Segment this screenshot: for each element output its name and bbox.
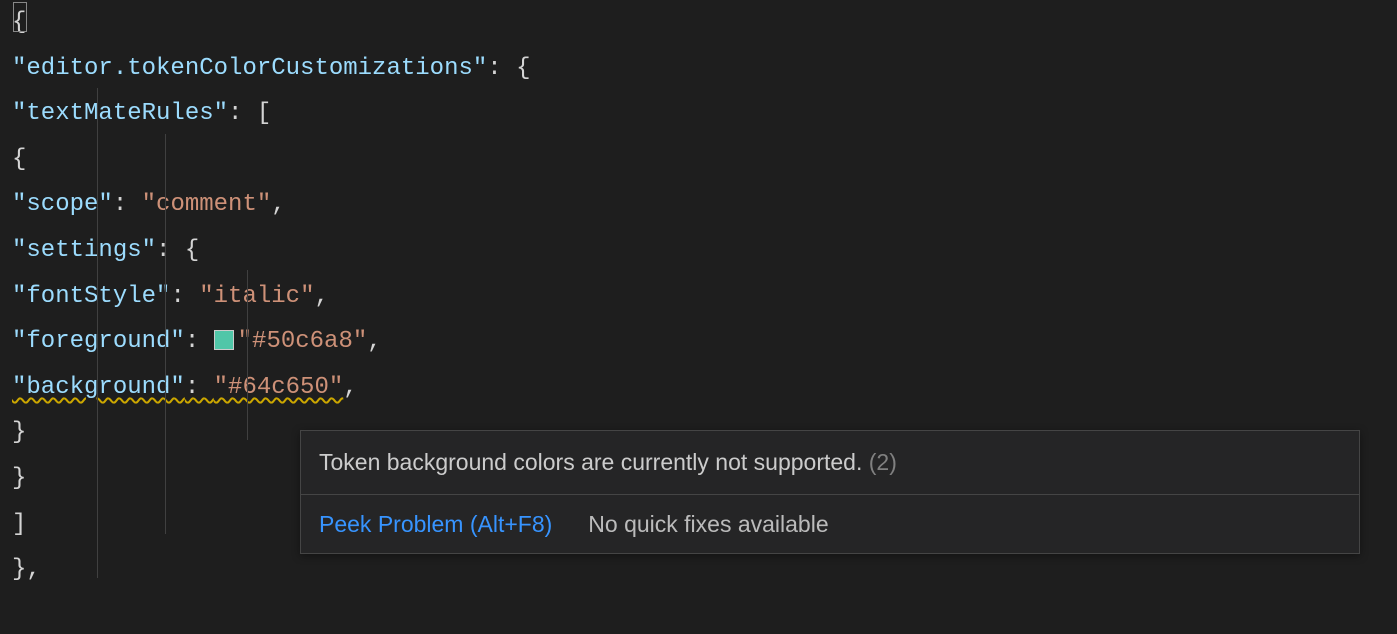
close-bracket: ] [12,502,26,548]
property-key-warning: "background" [12,374,185,401]
property-key: "settings" [12,228,156,274]
close-brace: } [12,410,26,456]
close-brace: }, [12,547,41,593]
code-line-4[interactable]: { [12,137,1397,183]
peek-problem-link[interactable]: Peek Problem (Alt+F8) [319,507,552,542]
property-key: "editor.tokenColorCustomizations" [12,46,487,92]
hover-message-text: Token background colors are currently no… [319,449,862,475]
punctuation: : { [156,228,199,274]
code-line-8[interactable]: "foreground": "#50c6a8", [12,319,1397,365]
string-value: "italic" [199,274,314,320]
property-key: "fontStyle" [12,274,170,320]
punctuation: : [170,274,199,320]
hover-message: Token background colors are currently no… [301,431,1359,495]
code-line-5[interactable]: "scope": "comment", [12,182,1397,228]
code-line-9[interactable]: "background": "#64c650", [12,365,1397,411]
punctuation: , [367,319,381,365]
property-key: "textMateRules" [12,91,228,137]
indent-guide [247,270,248,440]
punctuation: : [ [228,91,271,137]
open-brace: { [12,0,26,46]
punctuation: , [343,365,357,411]
property-key: "foreground" [12,319,185,365]
no-quick-fix-text: No quick fixes available [588,507,828,542]
punctuation: : [185,374,214,401]
indent-guide [165,134,166,534]
code-line-7[interactable]: "fontStyle": "italic", [12,274,1397,320]
code-line-3[interactable]: "textMateRules": [ [12,91,1397,137]
string-value: "#50c6a8" [238,319,368,365]
code-line-2[interactable]: "editor.tokenColorCustomizations": { [12,46,1397,92]
code-line-6[interactable]: "settings": { [12,228,1397,274]
string-value: "#64c650" [214,374,344,401]
punctuation: : [185,319,214,365]
punctuation: : { [487,46,530,92]
color-swatch-icon[interactable] [214,330,234,350]
string-value: "comment" [142,182,272,228]
close-brace: } [12,456,26,502]
hover-actions: Peek Problem (Alt+F8) No quick fixes ava… [301,495,1359,554]
indent-guide [97,88,98,578]
punctuation: : [113,182,142,228]
hover-problem-count: (2) [869,449,897,475]
punctuation: , [314,274,328,320]
punctuation: , [271,182,285,228]
open-brace: { [12,137,26,183]
problem-hover-popup: Token background colors are currently no… [300,430,1360,554]
code-line-1[interactable]: { [12,0,1397,46]
